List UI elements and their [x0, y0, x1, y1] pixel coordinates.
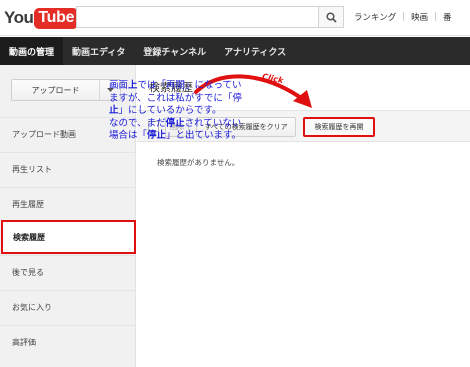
movies-link[interactable]: 映画 [411, 11, 428, 23]
search-icon [325, 11, 337, 23]
separator: | [434, 12, 438, 22]
tab-video-manager[interactable]: 動画の管理 [0, 37, 64, 65]
annotation-line-1: 画面上では「再開」になってい [109, 80, 242, 91]
sidebar-item-playlists[interactable]: 再生リスト [0, 152, 136, 186]
sidebar-item-search-history[interactable]: 検索履歴 [1, 220, 136, 254]
top-links: ランキング | 映画 | 番 [354, 11, 452, 23]
upload-button[interactable]: アップロード [11, 79, 121, 101]
sidebar-item-watch-history[interactable]: 再生履歴 [0, 187, 136, 221]
logo-you-text: You [4, 8, 34, 27]
annotation-line-4: なので、まだ停止されていない [109, 117, 242, 129]
sidebar-item-favorites[interactable]: お気に入り [0, 290, 136, 324]
logo-tube-text: Tube [34, 7, 79, 29]
sidebar-item-watch-later[interactable]: 後で見る [0, 255, 136, 289]
search-button[interactable] [318, 6, 344, 28]
sidebar-item-liked[interactable]: 高評価 [0, 325, 136, 359]
youtube-logo[interactable]: You Tube [4, 6, 79, 30]
top-bar: You Tube ランキング | 映画 | 番 [0, 0, 470, 36]
upload-label: アップロード [12, 80, 100, 100]
annotation-line-3: 止」にしているからです。 [109, 105, 222, 116]
tab-analytics[interactable]: アナリティクス [215, 37, 295, 65]
tab-subscriptions[interactable]: 登録チャンネル [134, 37, 215, 65]
annotation-line-5: 場合は「停止」と出ています。 [109, 130, 242, 141]
empty-history-message: 検索履歴がありません。 [157, 158, 240, 167]
annotation-line-2: ますが、これは私がすでに「停 [109, 92, 242, 104]
youtube-studio-page: You Tube ランキング | 映画 | 番 動画の管理 動画エディタ 登録チ… [0, 0, 470, 367]
tab-video-editor[interactable]: 動画エディタ [63, 37, 134, 65]
search-input[interactable] [76, 6, 319, 28]
ranking-link[interactable]: ランキング [354, 11, 396, 23]
manager-nav: 動画の管理 動画エディタ 登録チャンネル アナリティクス [0, 37, 470, 65]
annotation-note: 画面上では「再開」になってい ますが、これは私がすでに「停 止」にしているからで… [109, 80, 324, 143]
separator: | [402, 12, 406, 22]
shows-link[interactable]: 番 [443, 11, 452, 23]
